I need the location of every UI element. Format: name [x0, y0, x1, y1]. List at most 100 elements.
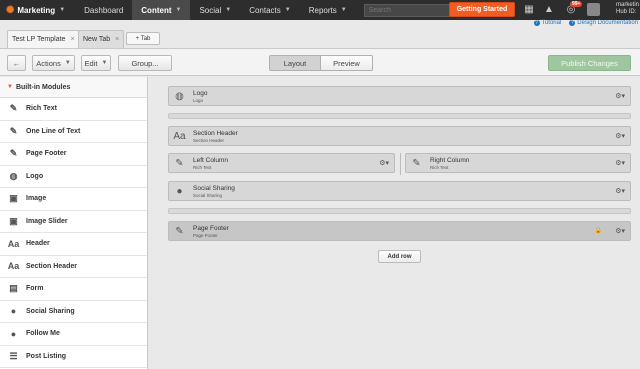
editor-toolbar: ← Actions ▼ Edit ▼ Group... Layout Preview…: [0, 48, 640, 76]
edit-icon: ✎: [175, 225, 184, 237]
module-subtitle: Rich Text: [430, 164, 449, 170]
module-row-page-footer[interactable]: ✎ Page Footer Page Footer 🔒 ⚙▾: [168, 221, 631, 241]
module-label: One Line of Text: [26, 127, 81, 135]
modules-sidebar: ▼ Built-in Modules ✎ Rich Text ✎ One Line o…: [0, 77, 148, 369]
nav-dashboard-label: Dashboard: [84, 5, 124, 15]
group-button[interactable]: Group...: [118, 55, 172, 71]
preview-view-button[interactable]: Preview: [321, 55, 373, 71]
module-title: Logo: [193, 89, 208, 97]
globe-icon: ◍: [175, 90, 184, 102]
gear-icon[interactable]: ⚙▾: [615, 132, 625, 140]
tab-new-tab[interactable]: New Tab ×: [78, 30, 125, 48]
notification-badge: 99+: [570, 1, 583, 7]
column-divider[interactable]: [400, 153, 401, 175]
module-one-line-of-text[interactable]: ✎ One Line of Text: [0, 121, 147, 143]
list-icon: ☰: [9, 350, 18, 361]
design-documentation-label: Design Documentation: [577, 20, 638, 26]
gear-icon[interactable]: ⚙▾: [615, 92, 625, 100]
gear-icon[interactable]: ⚙▾: [379, 159, 389, 167]
calendar-icon[interactable]: ▦: [523, 3, 535, 16]
chevron-down-icon: ▼: [59, 7, 66, 13]
actions-dropdown[interactable]: Actions ▼: [32, 55, 75, 71]
chevron-down-icon: ▼: [175, 7, 182, 13]
hubspot-logo-icon: ✺: [6, 4, 15, 16]
nav-dashboard[interactable]: Dashboard: [75, 0, 132, 20]
module-title: Left Column: [193, 156, 229, 164]
hub-id: Hub ID:: [616, 9, 637, 15]
user-name: marketin: [616, 2, 640, 8]
form-icon: ▤: [9, 283, 18, 294]
add-row-button[interactable]: Add row: [378, 250, 421, 263]
module-label: Page Footer: [26, 150, 67, 158]
publish-changes-button[interactable]: Publish Changes: [548, 55, 631, 71]
module-label: Follow Me: [26, 330, 60, 338]
brand-label: Marketing: [17, 5, 56, 15]
row-spacer: [168, 113, 631, 119]
chevron-down-icon: ▼: [64, 60, 71, 66]
avatar[interactable]: [587, 3, 600, 16]
module-social-sharing[interactable]: ● Social Sharing: [0, 301, 147, 323]
module-image[interactable]: ▣ Image: [0, 188, 147, 211]
module-label: Header: [26, 240, 50, 248]
gear-icon[interactable]: ⚙▾: [615, 187, 625, 195]
module-form[interactable]: ▤ Form: [0, 278, 147, 301]
user-menu[interactable]: marketin Hub ID:: [616, 2, 639, 16]
tab-test-lp-template[interactable]: Test LP Template ×: [7, 30, 80, 48]
layout-view-button[interactable]: Layout: [269, 55, 321, 71]
edit-dropdown[interactable]: Edit ▼: [81, 55, 111, 71]
module-label: Social Sharing: [26, 307, 75, 315]
module-title: Section Header: [193, 129, 238, 137]
close-icon[interactable]: ×: [70, 36, 74, 43]
edit-icon: ✎: [412, 157, 421, 169]
getting-started-button[interactable]: Getting Started: [449, 2, 515, 17]
module-follow-me[interactable]: ● Follow Me: [0, 323, 147, 346]
module-label: Image Slider: [26, 217, 68, 225]
module-label: Image: [26, 195, 47, 203]
add-tab-button[interactable]: + Tab: [126, 32, 160, 45]
chevron-down-icon: ▼: [225, 7, 232, 13]
academy-icon[interactable]: ▲: [543, 3, 555, 16]
module-row-logo[interactable]: ◍ Logo Logo ⚙▾: [168, 86, 631, 106]
module-section-header[interactable]: Aa Section Header: [0, 256, 147, 278]
nav-contacts[interactable]: Contacts ▼: [240, 0, 300, 20]
lock-icon: 🔒: [594, 228, 602, 234]
text-size-icon: Aa: [7, 238, 20, 249]
nav-social[interactable]: Social ▼: [190, 0, 240, 20]
module-logo[interactable]: ◍ Logo: [0, 166, 147, 188]
module-subtitle: Section Header: [193, 137, 225, 143]
module-image-slider[interactable]: ▣ Image Slider: [0, 211, 147, 233]
module-row-social-sharing[interactable]: ● Social Sharing Social Sharing ⚙▾: [168, 181, 631, 201]
speech-bubble-icon: ●: [10, 328, 17, 339]
triangle-down-icon: ▼: [7, 84, 13, 90]
chevron-down-icon: ▼: [340, 7, 347, 13]
image-icon: ▣: [9, 193, 18, 204]
nav-content[interactable]: Content ▼: [132, 0, 191, 20]
module-subtitle: Logo: [193, 97, 204, 103]
module-row-right-column[interactable]: ✎ Right Column Rich Text ⚙▾: [405, 153, 631, 173]
module-header[interactable]: Aa Header: [0, 233, 147, 256]
tab-label: Test LP Template: [12, 36, 66, 43]
gear-icon[interactable]: ⚙▾: [615, 159, 625, 167]
close-icon[interactable]: ×: [115, 36, 119, 43]
built-in-modules-header[interactable]: ▼ Built-in Modules: [0, 77, 147, 98]
sidebar-header-label: Built-in Modules: [15, 83, 71, 91]
module-post-listing[interactable]: ☰ Post Listing: [0, 346, 147, 368]
module-title: Social Sharing: [193, 184, 235, 192]
row-spacer: [168, 208, 631, 214]
module-rich-text[interactable]: ✎ Rich Text: [0, 98, 147, 121]
module-title: Right Column: [430, 156, 470, 164]
module-row-section-header[interactable]: Aa Section Header Section Header ⚙▾: [168, 126, 631, 146]
nav-reports[interactable]: Reports ▼: [300, 0, 356, 20]
chevron-down-icon: ▼: [101, 60, 108, 66]
module-page-footer[interactable]: ✎ Page Footer: [0, 143, 147, 166]
gear-icon[interactable]: ⚙▾: [615, 227, 625, 235]
brand-menu[interactable]: ✺ Marketing ▼: [0, 0, 75, 20]
module-row-left-column[interactable]: ✎ Left Column Rich Text ⚙▾: [168, 153, 395, 173]
edit-icon: ✎: [9, 148, 18, 159]
image-icon: ▣: [9, 215, 18, 226]
editor-tab-bar: Test LP Template × New Tab × + Tab: [0, 28, 640, 48]
module-subtitle: Rich Text: [193, 164, 212, 170]
speech-bubble-icon: ●: [10, 306, 17, 317]
back-button[interactable]: ←: [7, 55, 26, 71]
edit-label: Edit: [84, 58, 98, 68]
